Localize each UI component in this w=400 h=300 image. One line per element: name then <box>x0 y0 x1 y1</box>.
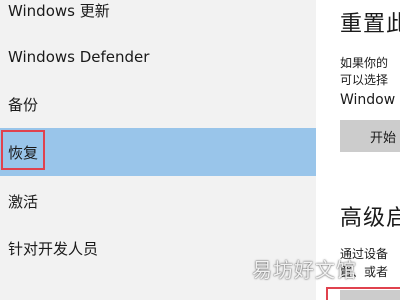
reset-pc-heading: 重置此 <box>340 12 400 37</box>
reset-start-button[interactable]: 开始 <box>340 120 400 152</box>
advanced-desc-line2: 置、或者 <box>340 265 389 279</box>
sidebar-item-label: 激活 <box>8 192 39 211</box>
sidebar-item-label: Windows Defender <box>8 48 150 66</box>
sidebar-item-label: 恢复 <box>8 143 39 162</box>
sidebar-item-windows-update[interactable]: Windows 更新 <box>0 0 316 34</box>
sidebar: Windows 更新 Windows Defender 备份 恢复 激活 针对开… <box>0 0 316 300</box>
restart-highlight-box <box>326 287 400 300</box>
advanced-desc-line1: 通过设备 <box>340 247 389 261</box>
sidebar-item-label: 备份 <box>8 95 39 114</box>
sidebar-item-activation[interactable]: 激活 <box>0 177 316 225</box>
sidebar-item-label: 针对开发人员 <box>8 239 99 258</box>
sidebar-item-label: Windows 更新 <box>8 1 110 20</box>
settings-window: Windows 更新 Windows Defender 备份 恢复 激活 针对开… <box>0 0 400 300</box>
recovery-content-pane: 重置此 如果你的 可以选择 Window 开始 高级启 通过设备 置、或者 <box>316 0 400 300</box>
reset-desc-line1: 如果你的 <box>340 56 389 70</box>
start-button-label: 开始 <box>370 130 397 146</box>
sidebar-item-for-developers[interactable]: 针对开发人员 <box>0 224 316 272</box>
sidebar-item-backup[interactable]: 备份 <box>0 80 316 128</box>
advanced-startup-heading: 高级启 <box>340 206 400 231</box>
sidebar-item-recovery[interactable]: 恢复 <box>0 128 316 176</box>
sidebar-item-windows-defender[interactable]: Windows Defender <box>0 33 316 81</box>
reset-desc-line3: Window <box>340 92 396 108</box>
reset-desc-line2: 可以选择 <box>340 73 389 87</box>
